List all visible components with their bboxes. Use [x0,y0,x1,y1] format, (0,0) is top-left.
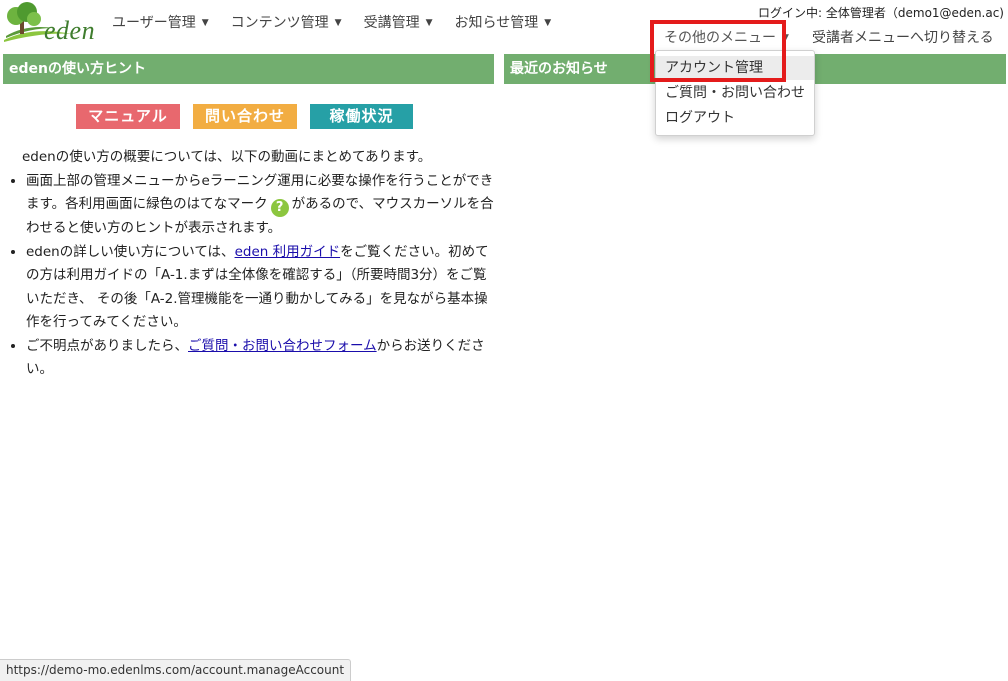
hint-content: edenの使い方の概要については、以下の動画にまとめてあります。 画面上部の管理… [8,146,494,382]
caret-down-icon: ▼ [425,18,433,28]
caret-down-icon: ▼ [782,33,789,43]
nav-user-management[interactable]: ユーザー管理 ▼ [112,12,209,32]
status-button[interactable]: 稼働状況 [310,104,413,129]
dropdown-item-account-management[interactable]: アカウント管理 [656,56,814,80]
hint-intro: edenの使い方の概要については、以下の動画にまとめてあります。 [22,149,432,165]
status-bar-url: https://demo-mo.edenlms.com/account.mana… [0,659,352,681]
logo-text: eden [44,16,96,45]
list-item: edenの詳しい使い方については、eden 利用ガイドをご覧ください。初めての方… [26,241,494,335]
other-menu-toggle[interactable]: その他のメニュー ▼ [664,27,789,47]
hint-list: 画面上部の管理メニューからeラーニング運用に必要な操作を行うことができます。各利… [8,170,494,382]
caret-down-icon: ▼ [544,18,552,28]
switch-to-learner-menu-link[interactable]: 受講者メニューへ切り替える [812,27,994,47]
contact-button[interactable]: 問い合わせ [193,104,297,129]
login-info: ログイン中: 全体管理者（demo1@eden.ac) [758,6,1004,20]
nav-notice-management[interactable]: お知らせ管理 ▼ [455,12,552,32]
main-nav: ユーザー管理 ▼ コンテンツ管理 ▼ 受講管理 ▼ お知らせ管理 ▼ [112,12,573,32]
nav-content-management[interactable]: コンテンツ管理 ▼ [231,12,342,32]
nav-course-management[interactable]: 受講管理 ▼ [364,12,433,32]
list-item: 画面上部の管理メニューからeラーニング運用に必要な操作を行うことができます。各利… [26,170,494,241]
inquiry-form-link[interactable]: ご質問・お問い合わせフォーム [188,338,377,354]
list-item: ご不明点がありましたら、ご質問・お問い合わせフォームからお送りください。 [26,335,494,382]
hint-panel-header: edenの使い方ヒント [3,54,494,84]
eden-logo[interactable]: eden [2,2,98,45]
help-question-icon: ? [270,199,289,217]
dropdown-item-inquiry[interactable]: ご質問・お問い合わせ [656,81,814,105]
caret-down-icon: ▼ [334,18,342,28]
usage-guide-link[interactable]: eden 利用ガイド [235,244,341,260]
dropdown-item-logout[interactable]: ログアウト [656,106,814,130]
manual-button[interactable]: マニュアル [76,104,180,129]
caret-down-icon: ▼ [201,18,209,28]
other-menu-dropdown: アカウント管理 ご質問・お問い合わせ ログアウト [655,50,815,136]
